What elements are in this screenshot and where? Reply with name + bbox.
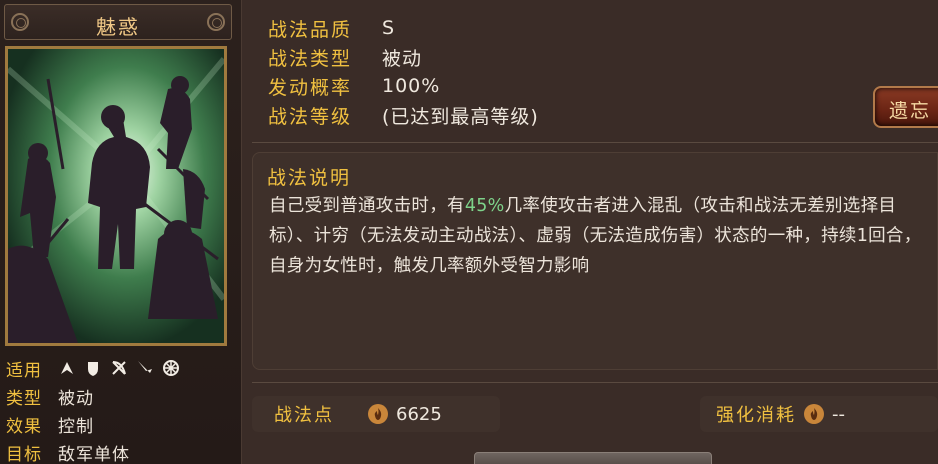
spear-icon	[136, 359, 154, 377]
shield-icon	[84, 359, 102, 377]
warriors-silhouette-image	[8, 49, 224, 343]
target-label: 目标	[6, 444, 42, 464]
effect-label: 效果	[6, 416, 42, 437]
ornament-right-icon	[207, 13, 225, 31]
skill-points-box: 战法点 6625	[252, 396, 500, 432]
kind-row: 战法类型 被动	[268, 43, 422, 71]
effect-row: 效果 控制	[6, 412, 94, 437]
enhance-cost-label: 强化消耗	[716, 405, 796, 426]
applicable-row: 适用	[6, 356, 180, 381]
level-label: 战法等级	[268, 105, 353, 128]
flame-icon	[368, 404, 388, 424]
bow-icon	[110, 359, 128, 377]
forget-button[interactable]: 遗忘	[873, 86, 938, 128]
skill-points-value: 6625	[396, 403, 442, 425]
description-text-before: 自己受到普通攻击时，有	[269, 196, 465, 216]
level-row: 战法等级 (已达到最高等级)	[268, 101, 539, 129]
applicable-label: 适用	[6, 360, 42, 381]
quality-row: 战法品质 S	[268, 14, 395, 42]
rate-value: 100%	[382, 75, 441, 97]
applicable-troop-icons	[58, 359, 180, 377]
target-value: 敌军单体	[58, 444, 130, 464]
description-title: 战法说明	[267, 167, 352, 189]
type-value: 被动	[58, 388, 94, 409]
divider	[252, 382, 938, 383]
siege-icon	[162, 359, 180, 377]
skill-card: 魅惑 适用 类型 被动 效果 控制 目标 敌军单体	[0, 0, 242, 464]
description-text: 自己受到普通攻击时，有45%几率使攻击者进入混乱（攻击和战法无差别选择目标）、计…	[269, 191, 935, 281]
bottom-action-button[interactable]	[474, 452, 712, 464]
kind-label: 战法类型	[268, 47, 353, 70]
enhance-cost-value: --	[832, 403, 845, 425]
enhance-cost-box: 强化消耗 --	[700, 396, 938, 432]
type-row: 类型 被动	[6, 384, 94, 409]
skill-title-bar: 魅惑	[4, 4, 232, 40]
cavalry-icon	[58, 359, 76, 377]
kind-value: 被动	[382, 47, 423, 70]
flame-icon	[804, 404, 824, 424]
skill-points-label: 战法点	[274, 405, 334, 426]
description-highlight: 45%	[464, 196, 505, 216]
quality-value: S	[382, 17, 396, 39]
divider	[252, 142, 938, 143]
effect-value: 控制	[58, 416, 94, 437]
rate-row: 发动概率 100%	[268, 72, 440, 100]
target-row: 目标 敌军单体	[6, 440, 130, 464]
rate-label: 发动概率	[268, 76, 353, 99]
skill-portrait	[5, 46, 227, 346]
level-value: (已达到最高等级)	[382, 105, 539, 128]
type-label: 类型	[6, 388, 42, 409]
description-panel: 战法说明 自己受到普通攻击时，有45%几率使攻击者进入混乱（攻击和战法无差别选择…	[252, 152, 938, 370]
quality-label: 战法品质	[268, 18, 353, 41]
skill-name: 魅惑	[96, 15, 140, 39]
